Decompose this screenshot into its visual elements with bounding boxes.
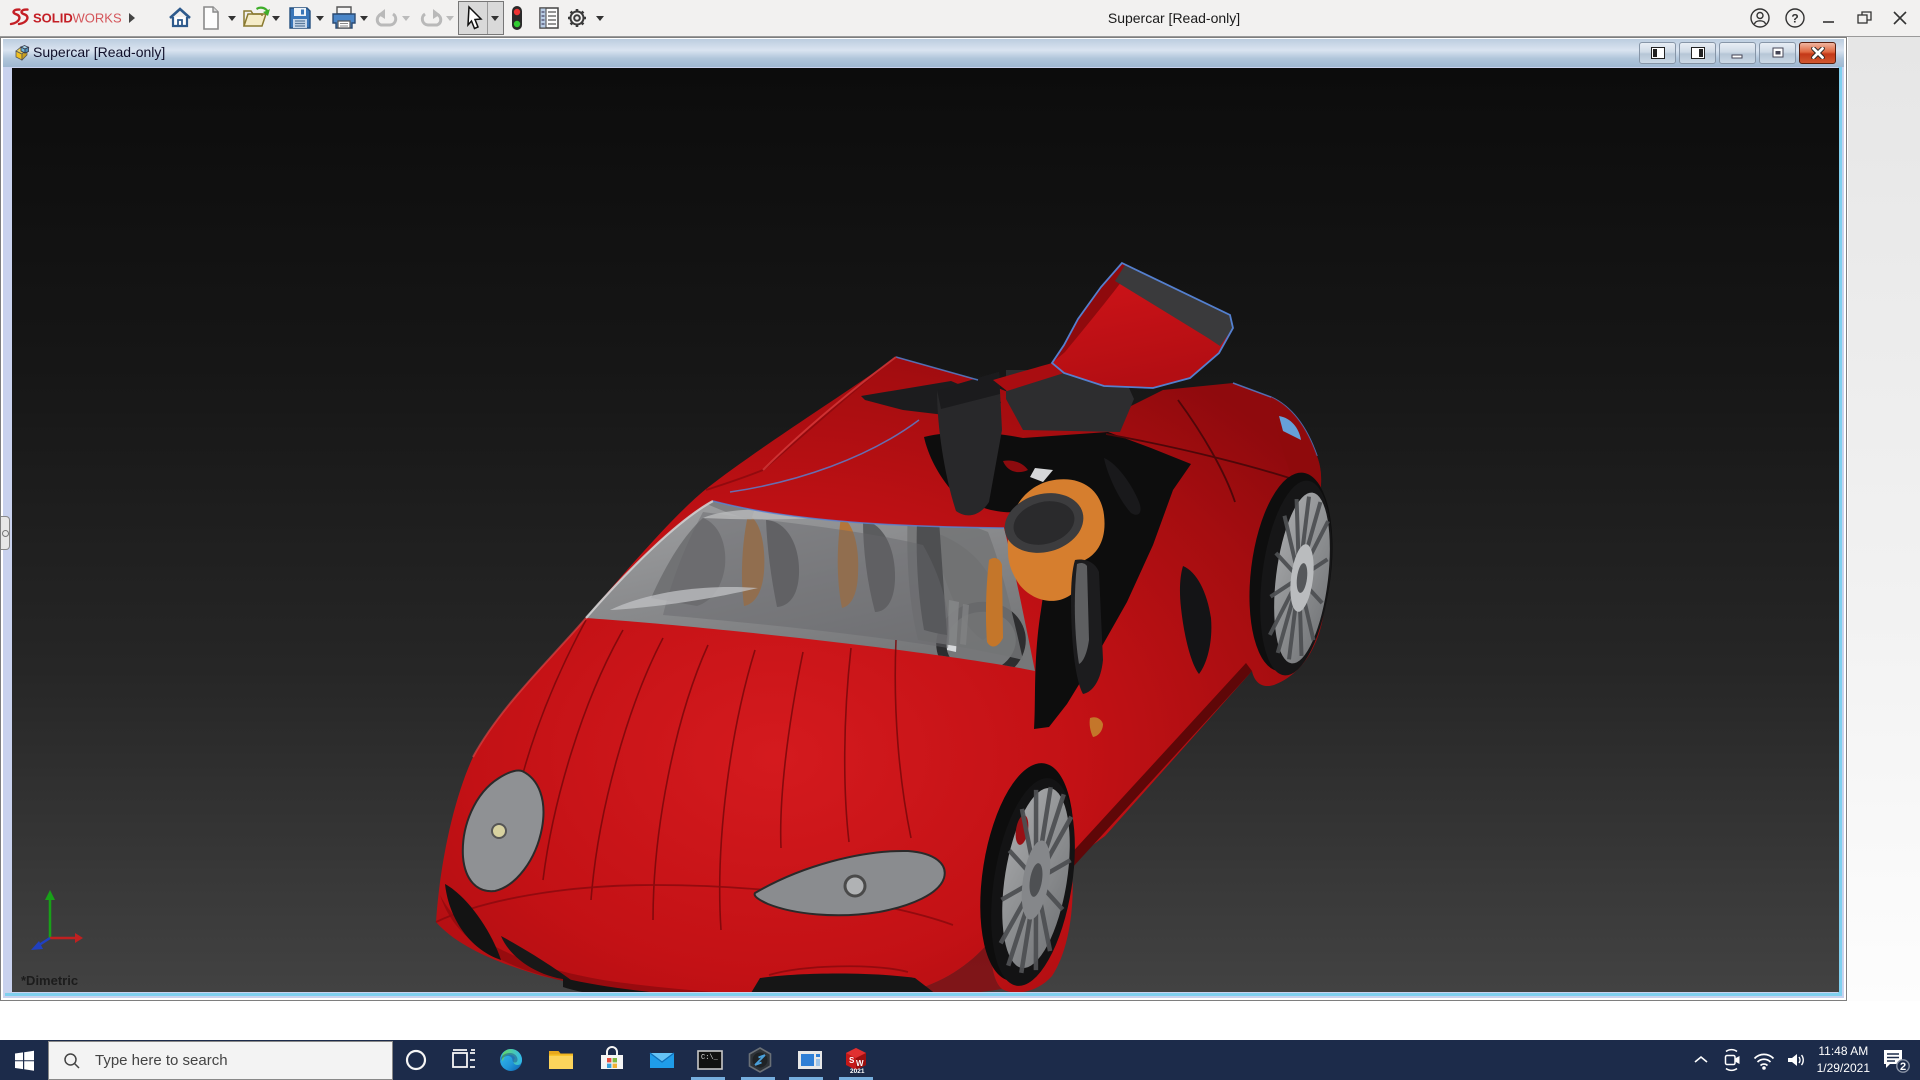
svg-text:?: ? (1791, 12, 1798, 26)
svg-text:SOLID: SOLID (33, 11, 73, 26)
svg-text:2021: 2021 (850, 1068, 865, 1075)
svg-text:S: S (849, 1056, 855, 1065)
svg-text:W: W (856, 1059, 864, 1068)
svg-text:WORKS: WORKS (73, 11, 122, 26)
svg-text:2: 2 (1900, 1061, 1906, 1073)
svg-text:C:\_: C:\_ (701, 1054, 719, 1062)
